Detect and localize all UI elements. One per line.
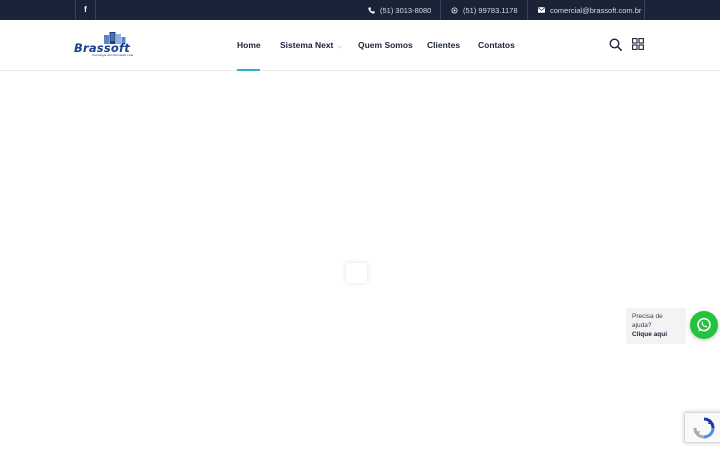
grid-menu-icon[interactable] <box>632 38 644 50</box>
chevron-down-icon: ⌵ <box>337 44 342 50</box>
search-icon[interactable] <box>609 38 622 51</box>
page-loader <box>346 263 367 283</box>
whatsapp-help-line1: Precisa de <box>632 313 663 320</box>
nav-sistema-next[interactable]: Sistema Next ⌵ <box>280 40 342 52</box>
nav-clientes[interactable]: Clientes <box>427 40 460 50</box>
phone-number: (51) 3013-8080 <box>380 5 432 15</box>
divider <box>527 0 528 20</box>
recaptcha-badge[interactable] <box>684 412 720 443</box>
nav-contatos[interactable]: Contatos <box>478 40 515 50</box>
nav-quem-somos[interactable]: Quem Somos <box>358 40 413 50</box>
whatsapp-icon <box>697 317 711 332</box>
divider <box>440 0 441 20</box>
nav-active-indicator <box>237 69 260 71</box>
brassoft-logo[interactable]: Brassoft Tecnologia da Informação Ltda <box>74 32 150 58</box>
nav-home[interactable]: Home <box>237 40 261 50</box>
main-header: Brassoft Tecnologia da Informação Ltda H… <box>0 20 720 71</box>
phone-icon <box>368 6 375 14</box>
top-bar: f (51) 3013-8080 (51) 99783.1178 comerci… <box>0 0 720 20</box>
divider <box>644 0 645 20</box>
whatsapp-cta: Clique aqui <box>632 331 668 338</box>
whatsapp-help-line2: ajuda? <box>632 322 652 329</box>
email-contact[interactable]: comercial@brassoft.com.br <box>538 0 641 20</box>
whatsapp-button[interactable] <box>690 311 718 339</box>
phone-contact[interactable]: (51) 3013-8080 <box>368 0 431 20</box>
facebook-icon: f <box>84 5 87 14</box>
facebook-link[interactable]: f <box>75 0 96 20</box>
whatsapp-number: (51) 99783.1178 <box>463 5 518 15</box>
whatsapp-small-icon <box>451 6 458 14</box>
whatsapp-contact[interactable]: (51) 99783.1178 <box>451 0 518 20</box>
logo-tagline: Tecnologia da Informação Ltda <box>92 53 134 57</box>
recaptcha-icon <box>693 417 715 439</box>
envelope-icon <box>538 7 545 13</box>
whatsapp-help-bubble[interactable]: Precisa de ajuda? Clique aqui <box>626 308 686 344</box>
email-address: comercial@brassoft.com.br <box>550 5 642 15</box>
nav-sistema-next-label: Sistema Next <box>280 40 334 50</box>
